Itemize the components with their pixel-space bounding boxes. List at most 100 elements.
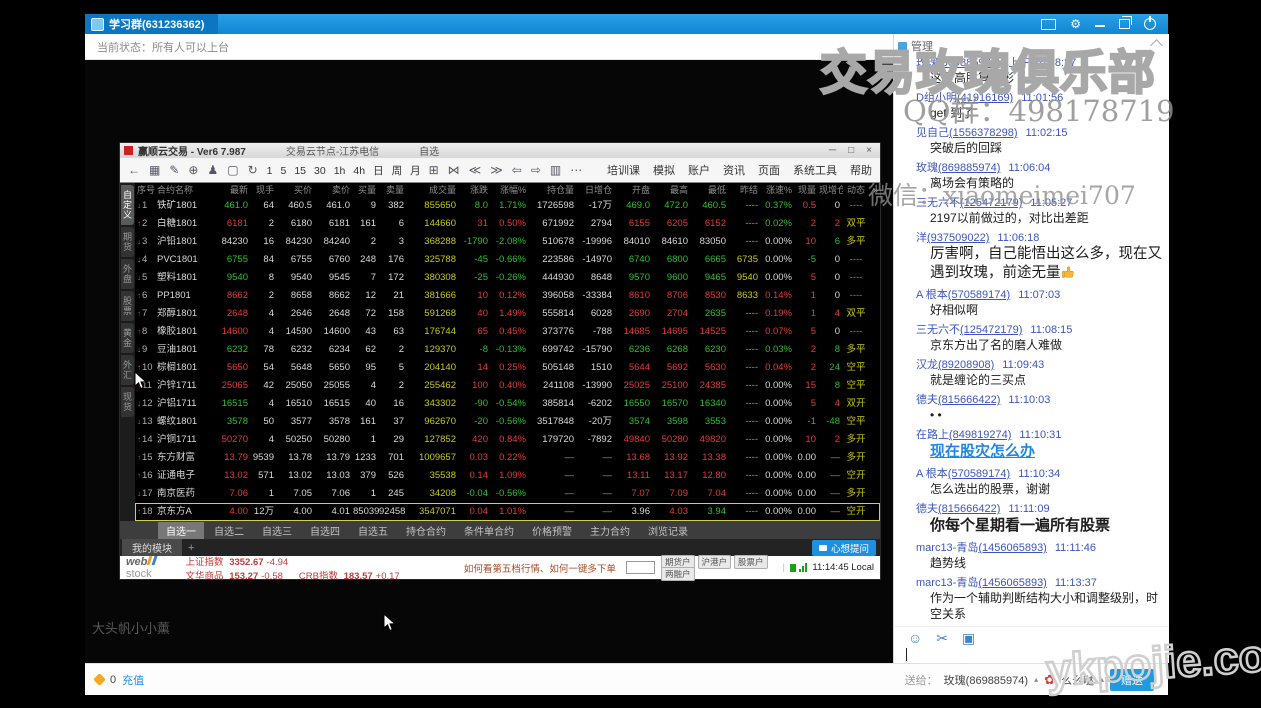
- market-tab-6[interactable]: 现货: [121, 387, 134, 417]
- trading-titlebar[interactable]: 赢顺云交易 - Ver6 7.987 交易云节点-江苏电信 自选 ─□×: [120, 143, 880, 158]
- draw-line-icon[interactable]: ✎: [169, 163, 179, 177]
- column-header[interactable]: 成交量: [407, 183, 459, 197]
- watchlist-tab-2[interactable]: 自选三: [254, 522, 300, 539]
- recharge-link[interactable]: 充值: [122, 672, 144, 688]
- add-module-button[interactable]: +: [188, 542, 194, 554]
- message-sender-id[interactable]: (937509022): [927, 232, 989, 244]
- table-row[interactable]: ↓5塑料180195408954095457172380308-25-0.26%…: [135, 269, 880, 287]
- column-header[interactable]: 序号: [135, 183, 157, 197]
- compare-icon[interactable]: ⋈: [448, 163, 460, 177]
- timeframe-15[interactable]: 15: [294, 165, 306, 177]
- table-row[interactable]: ↑10棕榈180156505456485650955204140140.25%5…: [135, 359, 880, 377]
- watchlist-tab-5[interactable]: 持仓合约: [398, 522, 454, 539]
- column-header[interactable]: 涨跌: [459, 183, 491, 197]
- message-sender[interactable]: 见自己: [916, 127, 949, 139]
- message-sender[interactable]: marc13-青岛: [916, 542, 978, 554]
- power-icon[interactable]: [1144, 18, 1156, 30]
- column-header[interactable]: 持仓量: [529, 183, 577, 197]
- timeframe-日[interactable]: 日: [373, 165, 384, 177]
- menu-item-5[interactable]: 系统工具: [793, 162, 837, 178]
- message-sender[interactable]: A 根本: [916, 468, 948, 480]
- message-sender[interactable]: 德夫: [916, 503, 938, 515]
- table-row[interactable]: ↑16证通电子13.0257113.0213.03379526355380.14…: [135, 467, 880, 485]
- message-sender-id[interactable]: (869885974): [938, 57, 1000, 69]
- display-icon[interactable]: [1041, 19, 1056, 30]
- gift-recipient-select[interactable]: 玫瑰(869885974): [944, 672, 1028, 688]
- menu-item-6[interactable]: 帮助: [850, 162, 872, 178]
- watchlist-tab-0[interactable]: 自选一: [158, 522, 204, 539]
- column-header[interactable]: 涨速%: [761, 183, 795, 197]
- timeframe-5[interactable]: 5: [280, 165, 286, 177]
- market-tab-0[interactable]: 自定义: [121, 185, 134, 225]
- watchlist-tab-6[interactable]: 条件单合约: [456, 522, 522, 539]
- column-header[interactable]: 买量: [353, 183, 379, 197]
- column-header[interactable]: 动态: [843, 183, 869, 197]
- settings-gear-icon[interactable]: ⚙: [1070, 18, 1081, 30]
- message-sender-id[interactable]: (849819274): [949, 429, 1011, 441]
- gift-select[interactable]: 么么哒: [1061, 672, 1094, 688]
- table-row[interactable]: ↑7郑醇1801264842646264872158591268401.49%5…: [135, 305, 880, 323]
- message-sender[interactable]: 汉龙: [916, 359, 938, 371]
- message-sender[interactable]: marc13-青岛: [916, 577, 978, 589]
- gift-dropdown-icon[interactable]: ▴: [1100, 675, 1104, 684]
- screenshot-scissors-icon[interactable]: ✂: [936, 631, 948, 645]
- scroll-right-icon[interactable]: »: [873, 183, 878, 197]
- market-tab-1[interactable]: 期货: [121, 227, 134, 257]
- watchlist-tab-1[interactable]: 自选二: [206, 522, 252, 539]
- prev-fast-icon[interactable]: ≪: [469, 163, 482, 177]
- crosshair-icon[interactable]: ⊕: [188, 163, 198, 177]
- table-row[interactable]: ↑14沪铜171150270450250502801291278524200.8…: [135, 431, 880, 449]
- timeframe-30[interactable]: 30: [314, 165, 326, 177]
- next-icon[interactable]: ⇨: [531, 163, 541, 177]
- timeframe-月[interactable]: 月: [410, 165, 421, 177]
- account-button-1[interactable]: 沪港户: [698, 555, 732, 569]
- table-row[interactable]: ↓13螺纹18013578503577357816137962670-20-0.…: [135, 413, 880, 431]
- app-titlebar[interactable]: 学习群(631236362) ⚙: [85, 14, 1168, 34]
- statusbar-notice[interactable]: 如何看第五档行情、如何一键多下单: [464, 561, 616, 575]
- image-icon[interactable]: ▣: [962, 631, 975, 645]
- indicator-icon[interactable]: ♟: [207, 163, 218, 177]
- timeframe-1h[interactable]: 1h: [334, 165, 346, 177]
- prev-icon[interactable]: ⇦: [512, 163, 522, 177]
- message-sender-id[interactable]: (815666422): [938, 503, 1000, 515]
- message-sender[interactable]: 玫瑰: [916, 162, 938, 174]
- table-row[interactable]: ↓17南京医药7.0617.057.06124534208-0.04-0.56%…: [135, 485, 880, 503]
- column-header[interactable]: 卖价: [315, 183, 353, 197]
- column-header[interactable]: 涨幅%: [491, 183, 529, 197]
- column-header[interactable]: 现量: [795, 183, 819, 197]
- table-row[interactable]: ↑2白糖180161812618061811616144660310.50%67…: [135, 215, 880, 233]
- watchlist-tab-9[interactable]: 浏览记录: [640, 522, 696, 539]
- timeframe-4h[interactable]: 4h: [353, 165, 365, 177]
- column-header[interactable]: 合约名称: [157, 183, 213, 197]
- zoom-in-icon[interactable]: ⊞: [429, 163, 439, 177]
- table-row[interactable]: ↓1铁矿1801461.064460.5461.093828556508.01.…: [135, 197, 880, 215]
- message-sender[interactable]: 三无六不: [916, 197, 960, 209]
- column-header[interactable]: 开盘: [615, 183, 653, 197]
- message-sender-id[interactable]: (869885974): [938, 162, 1000, 174]
- table-row[interactable]: ↑11沪锌171125065422505025055422554621000.4…: [135, 377, 880, 395]
- help-question-badge[interactable]: 心想提问: [812, 540, 876, 556]
- message-sender-id[interactable]: (570589174): [948, 468, 1010, 480]
- menu-item-3[interactable]: 资讯: [723, 162, 745, 178]
- back-icon[interactable]: ←: [128, 163, 140, 177]
- message-sender[interactable]: D组小明: [916, 92, 957, 104]
- minimize-icon[interactable]: [1095, 25, 1105, 27]
- message-sender[interactable]: 洋: [916, 232, 927, 244]
- column-header[interactable]: 日增仓: [577, 183, 615, 197]
- column-header[interactable]: 最新: [213, 183, 251, 197]
- message-sender-id[interactable]: (125472179): [960, 197, 1022, 209]
- column-header[interactable]: 现增仓: [819, 183, 843, 197]
- more-icon[interactable]: ⋯: [570, 163, 582, 177]
- menu-item-4[interactable]: 页面: [758, 162, 780, 178]
- column-header[interactable]: 卖量: [379, 183, 407, 197]
- column-header[interactable]: 最高: [653, 183, 691, 197]
- next-fast-icon[interactable]: ≫: [490, 163, 503, 177]
- account-button-3[interactable]: 两融户: [661, 567, 695, 581]
- table-row[interactable]: ↑18京东方A4.0012万4.004.01850399245835470710…: [135, 503, 880, 521]
- message-sender-id[interactable]: (1456065893): [978, 577, 1047, 589]
- column-header[interactable]: 最低: [691, 183, 729, 197]
- message-sender-id[interactable]: (570589174): [948, 289, 1010, 301]
- watchlist-tab-3[interactable]: 自选四: [302, 522, 348, 539]
- page-icon[interactable]: ▢: [227, 163, 238, 177]
- refresh-icon[interactable]: ↻: [248, 163, 258, 177]
